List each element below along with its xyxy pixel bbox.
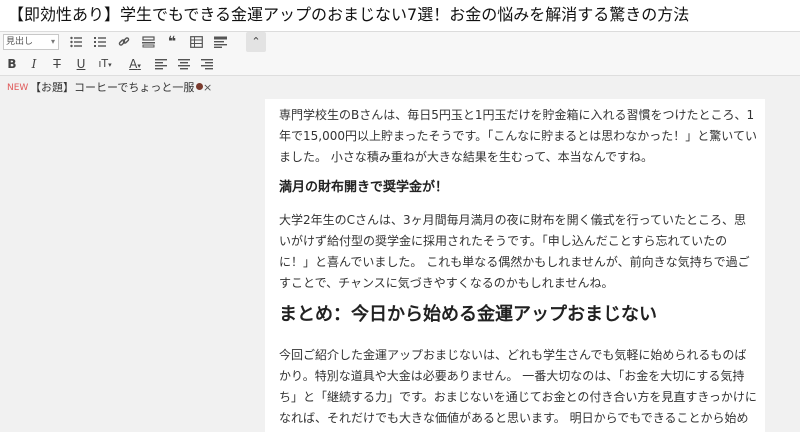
text-color-icon[interactable]: A▾ bbox=[126, 55, 144, 73]
collapse-toolbar-button[interactable]: ⌃ bbox=[246, 32, 266, 52]
unordered-list-icon[interactable] bbox=[67, 33, 85, 51]
quote-icon[interactable]: ❝ bbox=[163, 33, 181, 51]
align-right-icon[interactable] bbox=[198, 55, 216, 73]
toolbar-row-1: 見出し ▾ ❝ ⌃ bbox=[0, 32, 800, 52]
scrollbar[interactable] bbox=[790, 99, 800, 432]
title-bar: 【即効性あり】学生でもできる金運アップのおまじない7選！お金の悩みを解消する驚き… bbox=[0, 0, 800, 32]
section-heading: まとめ：今日から始める金運アップおまじない bbox=[279, 304, 657, 325]
italic-icon[interactable]: I bbox=[25, 55, 43, 73]
paragraph: 今回ご紹介した金運アップおまじないは、どれも学生さんでも気軽に始められるものばか… bbox=[279, 348, 757, 425]
paragraph: 大学2年生のCさんは、3ヶ月間毎月満月の夜に財布を開く儀式を行っていたところ、思… bbox=[279, 213, 750, 290]
strikethrough-icon[interactable]: T bbox=[48, 55, 66, 73]
ordered-list-icon[interactable] bbox=[91, 33, 109, 51]
link-icon[interactable] bbox=[115, 33, 133, 51]
format-select[interactable]: 見出し ▾ bbox=[3, 34, 59, 50]
topic-tag-label: 【お題】コーヒーでちょっと一服 bbox=[30, 81, 195, 94]
format-select-value: 見出し bbox=[6, 37, 34, 47]
topic-tag-bar: NEW 【お題】コーヒーでちょっと一服 × bbox=[0, 77, 800, 99]
bold-icon[interactable]: B bbox=[3, 55, 21, 73]
align-center-icon[interactable] bbox=[175, 55, 193, 73]
chevron-down-icon: ▾ bbox=[50, 37, 55, 46]
editor-body[interactable]: 専門学校生のBさんは、毎日5円玉と1円玉だけを貯金箱に入れる習慣をつけたところ、… bbox=[265, 99, 765, 432]
underline-icon[interactable]: U bbox=[72, 55, 90, 73]
font-size-icon[interactable]: ıT▾ bbox=[96, 55, 114, 73]
subheading: 満月の財布開きで奨学金が！ bbox=[279, 180, 449, 195]
chevron-up-icon: ⌃ bbox=[251, 35, 261, 48]
toolbar-row-2: B I T U ıT▾ A▾ bbox=[0, 53, 800, 75]
paragraph: 専門学校生のBさんは、毎日5円玉と1円玉だけを貯金箱に入れる習慣をつけたところ、… bbox=[279, 108, 757, 164]
align-left-icon[interactable] bbox=[152, 55, 170, 73]
topic-tag[interactable]: 【お題】コーヒーでちょっと一服 bbox=[30, 80, 204, 96]
post-title-input[interactable]: 【即効性あり】学生でもできる金運アップのおまじない7選！お金の悩みを解消する驚き… bbox=[8, 4, 689, 26]
horizontal-rule-icon[interactable] bbox=[139, 33, 157, 51]
close-icon[interactable]: × bbox=[203, 80, 212, 96]
table-icon[interactable] bbox=[187, 33, 205, 51]
paragraph-icon[interactable] bbox=[211, 33, 229, 51]
editor-toolbar: 見出し ▾ ❝ ⌃ B I T U ıT▾ A▾ bbox=[0, 32, 800, 76]
new-badge: NEW bbox=[7, 83, 29, 93]
